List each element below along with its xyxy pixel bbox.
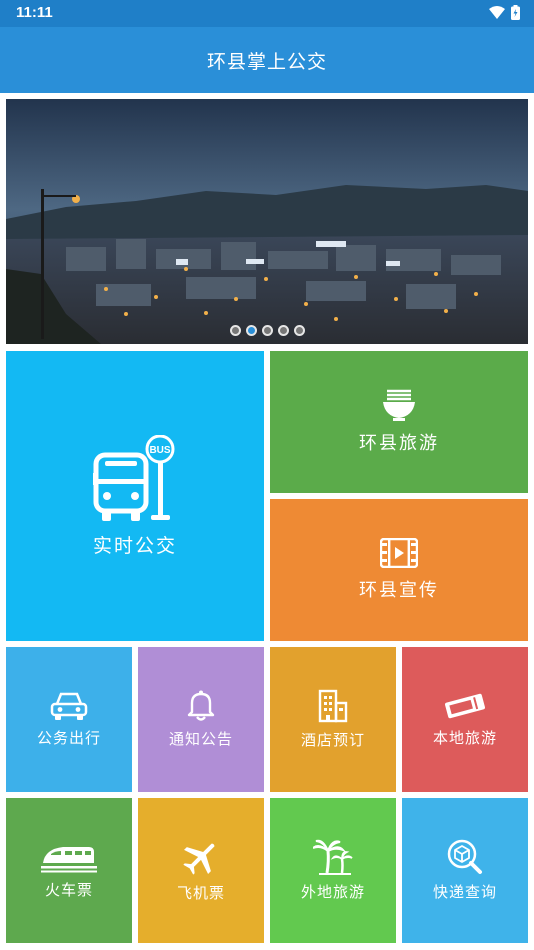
tile-express-query[interactable]: 快递查询 bbox=[402, 798, 528, 943]
status-bar: 11:11 bbox=[0, 0, 534, 27]
carousel-dot[interactable] bbox=[277, 325, 289, 336]
bus-stop-icon: BUS bbox=[93, 434, 175, 521]
tile-flight-ticket[interactable]: 飞机票 bbox=[138, 798, 264, 943]
banner-carousel[interactable] bbox=[6, 99, 528, 344]
tile-promo[interactable]: 环县宣传 bbox=[270, 499, 528, 641]
tile-label: 通知公告 bbox=[168, 730, 233, 748]
tile-label: 火车票 bbox=[44, 881, 93, 899]
carousel-indicator bbox=[6, 325, 528, 336]
tile-label: 飞机票 bbox=[176, 884, 225, 902]
building-icon bbox=[318, 689, 348, 723]
tile-label: 环县旅游 bbox=[359, 433, 439, 454]
tile-local-tourism[interactable]: 本地旅游 bbox=[402, 647, 528, 792]
tile-label: 实时公交 bbox=[92, 534, 177, 557]
palm-tree-icon bbox=[313, 839, 353, 875]
tile-label: 快递查询 bbox=[432, 883, 497, 901]
ticket-icon bbox=[445, 693, 485, 719]
bell-icon bbox=[187, 690, 215, 721]
status-icons bbox=[489, 5, 520, 20]
app-bar: 环县掌上公交 bbox=[0, 27, 534, 93]
tile-label: 环县宣传 bbox=[359, 580, 439, 601]
status-time: 11:11 bbox=[16, 4, 53, 21]
tile-label: 酒店预订 bbox=[300, 731, 365, 749]
battery-icon bbox=[511, 5, 520, 20]
car-icon bbox=[50, 692, 88, 720]
tile-official-travel[interactable]: 公务出行 bbox=[6, 647, 132, 792]
airplane-icon bbox=[183, 843, 215, 875]
tile-label: 公务出行 bbox=[36, 729, 101, 747]
wifi-icon bbox=[489, 6, 505, 19]
tile-hotel[interactable]: 酒店预订 bbox=[270, 647, 396, 792]
tile-outside-tourism[interactable]: 外地旅游 bbox=[270, 798, 396, 943]
tile-train-ticket[interactable]: 火车票 bbox=[6, 798, 132, 943]
tile-label: 外地旅游 bbox=[300, 883, 365, 901]
page-title: 环县掌上公交 bbox=[206, 51, 327, 73]
bus-stop-badge: BUS bbox=[149, 445, 170, 456]
tile-realtime-bus[interactable]: BUS 实时公交 bbox=[6, 351, 264, 641]
carousel-dot[interactable] bbox=[293, 325, 305, 336]
film-icon bbox=[380, 538, 418, 568]
carousel-dot[interactable] bbox=[229, 325, 241, 336]
tile-notice[interactable]: 通知公告 bbox=[138, 647, 264, 792]
noodle-bowl-icon bbox=[383, 389, 415, 421]
tile-label: 本地旅游 bbox=[432, 729, 497, 747]
banner-image bbox=[6, 99, 528, 344]
carousel-dot-active[interactable] bbox=[245, 325, 257, 336]
train-icon bbox=[41, 847, 97, 873]
package-search-icon bbox=[447, 839, 482, 874]
carousel-dot[interactable] bbox=[261, 325, 273, 336]
tile-tourism[interactable]: 环县旅游 bbox=[270, 351, 528, 493]
